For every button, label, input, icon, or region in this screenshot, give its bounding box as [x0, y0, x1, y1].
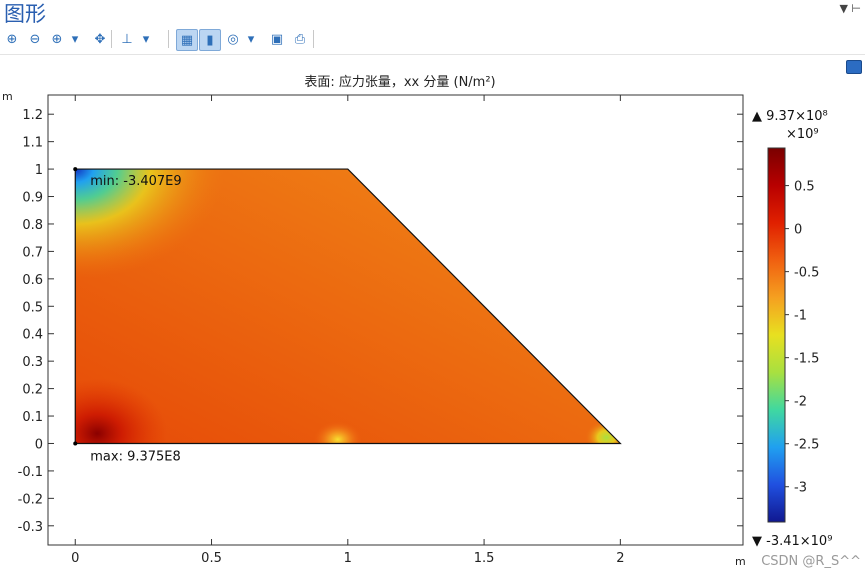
colorbar-multiplier: ×10⁹ [786, 127, 819, 142]
colorbar-tick-label: -1.5 [794, 352, 819, 367]
x-tick-label: 2 [616, 551, 624, 566]
tip-stress-region [584, 419, 621, 444]
min-label: min: -3.407E9 [90, 174, 181, 189]
x-tick-label: 1 [344, 551, 352, 566]
colorbar-max-label: ▲ 9.37×10⁸ [752, 109, 828, 124]
domain-vertex [73, 441, 78, 446]
colorbar-tick-label: 0 [794, 223, 802, 238]
plot-svg[interactable]: 0 0.5 1 1.5 2 1.2 1.1 1 0.9 0.8 0.7 0.6 0.5 0.4 0.3 0.2… [0, 0, 865, 573]
y-tick-label: 0.1 [22, 410, 43, 425]
x-unit-label: m [735, 555, 746, 568]
domain-vertex [73, 167, 78, 172]
y-tick-label: 1 [35, 163, 43, 178]
colorbar-tick-label: -2 [794, 395, 807, 410]
y-tick-label: 0.3 [22, 355, 43, 370]
y-tick-label: 1.2 [22, 108, 43, 123]
colorbar-tick-label: -1 [794, 309, 807, 324]
y-tick-label: 0.4 [22, 328, 43, 343]
y-unit-label: m [2, 90, 13, 103]
y-tick-label: 0.8 [22, 218, 43, 233]
y-tick-label: -0.3 [18, 520, 43, 535]
y-tick-label: 0.6 [22, 273, 43, 288]
colorbar-tick-label: -3 [794, 481, 807, 496]
watermark: CSDN @R_S^^ [761, 554, 861, 569]
max-label: max: 9.375E8 [90, 449, 181, 464]
y-tick-label: -0.1 [18, 465, 43, 480]
stress-surface[interactable] [27, 169, 628, 488]
mid-stress-region [313, 421, 362, 444]
y-tick-label: 0.2 [22, 383, 43, 398]
y-tick-label: 0.7 [22, 245, 43, 260]
x-tick-label: 0.5 [201, 551, 222, 566]
colorbar-tick-label: 0.5 [794, 180, 815, 195]
x-tick-label: 0 [71, 551, 79, 566]
y-tick-label: 0.5 [22, 300, 43, 315]
colorbar-min-label: ▼ -3.41×10⁹ [752, 534, 832, 549]
y-tick-label: 0.9 [22, 191, 43, 206]
colorbar-tick-label: -2.5 [794, 438, 819, 453]
y-tick-label: 0 [35, 437, 43, 452]
y-tick-label: 1.1 [22, 136, 43, 151]
colorbar-tick-label: -0.5 [794, 266, 819, 281]
y-tick-label: -0.2 [18, 492, 43, 507]
colorbar [767, 147, 786, 523]
x-tick-label: 1.5 [474, 551, 495, 566]
